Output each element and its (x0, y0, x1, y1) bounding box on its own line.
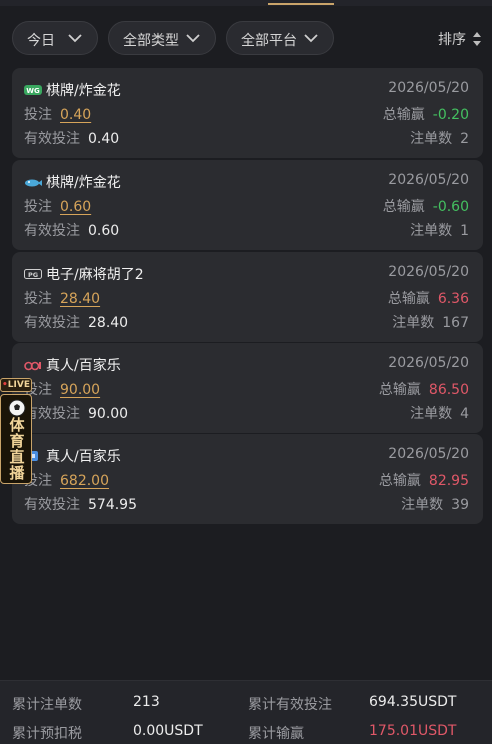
record-date: 2026/05/20 (388, 264, 469, 280)
bet-label: 投注 (24, 107, 52, 123)
chevron-down-icon (186, 34, 200, 43)
live-sports-text: 体育直播 (9, 416, 25, 482)
count-label: 注单数 (392, 315, 435, 331)
total-win-value: 175.01USDT (369, 723, 457, 739)
soccer-ball-icon (8, 399, 26, 417)
bet-record-card[interactable]: PG 电子/麻将胡了2 2026/05/20 投注 28.40 总输赢 6.36 有… (12, 252, 483, 342)
sort-icon (473, 32, 481, 46)
platform-filter-dropdown[interactable]: 全部平台 (226, 21, 334, 55)
record-title: 真人/百家乐 (46, 358, 121, 374)
bet-record-card[interactable]: WG 棋牌/炸金花 2026/05/20 投注 0.40 总输赢 -0.20 有效投… (12, 68, 483, 158)
count-label: 注单数 (410, 131, 453, 147)
record-title: 棋牌/炸金花 (46, 175, 121, 191)
total-bets-value: 213 (133, 694, 160, 710)
record-date: 2026/05/20 (388, 172, 469, 188)
valid-label: 有效投注 (24, 497, 80, 513)
sort-label: 排序 (438, 32, 466, 48)
record-title: 电子/麻将胡了2 (46, 267, 144, 283)
bet-record-card[interactable]: 真人/百家乐 2026/05/20 投注 682.00 总输赢 82.95 有效投注… (12, 434, 483, 524)
count-value: 2 (460, 131, 469, 147)
active-tab-indicator (268, 3, 334, 5)
valid-label: 有效投注 (24, 315, 80, 331)
bet-label: 投注 (24, 291, 52, 307)
filter-bar: 今日 全部类型 全部平台 排序 (12, 21, 482, 55)
valid-label: 有效投注 (24, 223, 80, 239)
win-amount: -0.20 (432, 107, 469, 123)
record-title: 真人/百家乐 (46, 449, 121, 465)
total-valid-label: 累计有效投注 (248, 697, 332, 713)
count-value: 167 (442, 315, 469, 331)
count-value: 4 (460, 406, 469, 422)
win-amount: 86.50 (428, 382, 469, 398)
record-date: 2026/05/20 (388, 446, 469, 462)
count-value: 39 (451, 497, 469, 513)
valid-amount: 574.95 (88, 497, 137, 513)
bet-record-card[interactable]: 真人/百家乐 2026/05/20 投注 90.00 总输赢 86.50 有效投注 9… (12, 343, 483, 433)
total-valid-value: 694.35USDT (369, 694, 457, 710)
win-label: 总输赢 (382, 107, 425, 123)
chevron-down-icon (68, 34, 82, 43)
count-label: 注单数 (410, 406, 453, 422)
valid-amount: 28.40 (88, 315, 129, 331)
bet-amount-link[interactable]: 0.60 (60, 199, 91, 215)
win-label: 总输赢 (382, 199, 425, 215)
fish-logo-icon (25, 179, 42, 187)
win-amount: 82.95 (428, 473, 469, 489)
bet-label: 投注 (24, 199, 52, 215)
bet-amount-link[interactable]: 28.40 (60, 291, 100, 307)
record-title: 棋牌/炸金花 (46, 83, 121, 99)
valid-amount: 0.40 (88, 131, 120, 147)
summary-footer: 累计注单数 213 累计有效投注 694.35USDT 累计预扣税 0.00US… (0, 680, 492, 744)
sort-button[interactable]: 排序 (438, 29, 482, 49)
svg-text:WG: WG (26, 87, 40, 95)
valid-amount: 90.00 (88, 406, 129, 422)
svg-text:PG: PG (28, 271, 38, 279)
count-value: 1 (460, 223, 469, 239)
live-tag-text: LIVE (7, 380, 30, 390)
tax-label: 累计预扣税 (12, 726, 82, 742)
bet-amount-link[interactable]: 90.00 (60, 382, 100, 398)
win-amount: 6.36 (437, 291, 469, 307)
win-label: 总输赢 (387, 291, 430, 307)
bet-amount-link[interactable]: 0.40 (60, 107, 91, 123)
win-label: 总输赢 (378, 473, 421, 489)
bet-record-card[interactable]: 棋牌/炸金花 2026/05/20 投注 0.60 总输赢 -0.60 有效投注 0.… (12, 160, 483, 250)
chevron-down-icon (304, 34, 318, 43)
valid-amount: 0.60 (88, 223, 120, 239)
win-amount: -0.60 (432, 199, 469, 215)
date-filter-dropdown[interactable]: 今日 (12, 21, 98, 55)
record-date: 2026/05/20 (388, 355, 469, 371)
count-label: 注单数 (401, 497, 444, 513)
count-label: 注单数 (410, 223, 453, 239)
type-filter-label: 全部类型 (123, 33, 179, 49)
wg-logo-icon: WG (24, 85, 42, 95)
live-tag: •LIVE (0, 378, 32, 392)
ob-logo-icon (24, 361, 41, 371)
win-label: 总输赢 (378, 382, 421, 398)
platform-filter-label: 全部平台 (241, 33, 297, 49)
valid-label: 有效投注 (24, 131, 80, 147)
live-sports-floating-button[interactable]: •LIVE 体育直播 (0, 378, 32, 484)
record-date: 2026/05/20 (388, 80, 469, 96)
top-tab-strip (0, 0, 492, 6)
tax-value: 0.00USDT (133, 723, 203, 739)
date-filter-label: 今日 (27, 33, 55, 49)
pg-logo-icon: PG (24, 269, 42, 279)
total-win-label: 累计输赢 (248, 726, 304, 742)
total-bets-label: 累计注单数 (12, 697, 82, 713)
type-filter-dropdown[interactable]: 全部类型 (108, 21, 216, 55)
bet-amount-link[interactable]: 682.00 (60, 473, 109, 489)
